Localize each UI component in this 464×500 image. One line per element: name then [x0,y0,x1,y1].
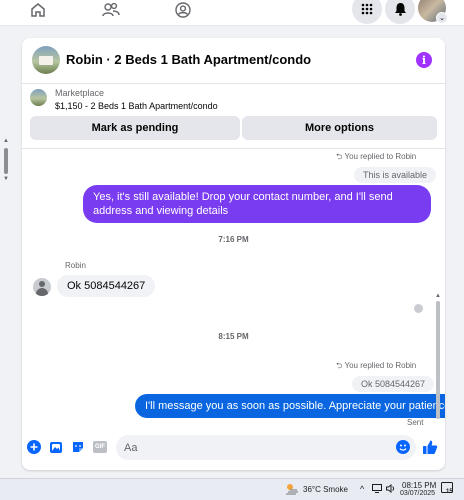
message-composer: GIF [22,430,445,470]
reply-arrow-icon: ⮌ [336,152,343,161]
listing-avatar[interactable] [32,46,60,74]
people-icon[interactable] [101,0,121,20]
incoming-message[interactable]: Ok 5084544267 [57,275,156,297]
reply-label: You replied to Robin [344,152,417,161]
more-options-button[interactable]: More options [242,116,437,140]
mark-as-pending-button[interactable]: Mark as pending [30,116,240,140]
seen-avatar [414,304,423,313]
scroll-up-arrow-icon[interactable]: ▲ [3,138,9,144]
photo-icon[interactable] [49,440,63,454]
volume-icon[interactable] [386,483,396,495]
weather-smoke-icon[interactable] [285,482,299,497]
marketplace-listing-card: Marketplace $1,150 - 2 Beds 1 Bath Apart… [22,84,445,148]
home-icon[interactable] [28,0,48,20]
reply-label: You replied to Robin [344,361,417,370]
chat-scrollbar[interactable] [436,301,440,419]
profile-circle-icon[interactable] [173,0,193,20]
reply-arrow-icon: ⮌ [336,361,343,370]
chevron-down-icon[interactable]: ⌄ [436,12,448,24]
listing-thumbnail[interactable] [30,89,47,106]
notifications-bell-icon[interactable] [385,0,415,24]
top-navigation-bar: ⌄ [0,0,464,26]
sender-avatar[interactable] [33,278,51,296]
info-icon[interactable]: i [416,52,432,68]
gif-icon[interactable]: GIF [93,441,107,453]
sender-name: Robin [65,261,86,270]
listing-description[interactable]: $1,150 - 2 Beds 1 Bath Apartment/condo [55,101,218,111]
chevron-up-icon[interactable]: ^ [360,484,364,494]
chat-title[interactable]: Robin · 2 Beds 1 Bath Apartment/condo [66,52,311,67]
plus-icon[interactable] [27,440,41,454]
quoted-message[interactable]: This is available [354,167,437,183]
network-icon[interactable] [372,484,382,495]
message-input[interactable] [116,435,416,460]
timestamp: 8:15 PM [218,332,249,341]
notification-count-badge: 15 [446,489,453,495]
listing-category: Marketplace [55,88,105,98]
apps-grid-icon[interactable] [352,0,382,24]
timestamp: 7:16 PM [218,235,249,244]
chat-header: Robin · 2 Beds 1 Bath Apartment/condo i [22,38,445,84]
reply-indicator: ⮌ You replied to Robin [336,360,416,374]
weather-text[interactable]: 36°C Smoke [303,485,348,494]
sticker-icon[interactable] [71,440,85,454]
os-taskbar: 36°C Smoke ^ 08:15 PM 03/07/2025 15 [0,478,464,500]
message-status: Sent [407,418,424,427]
outgoing-message[interactable]: Yes, it's still available! Drop your con… [83,185,431,223]
outgoing-message[interactable]: I'll message you as soon as possible. Ap… [135,394,445,418]
quoted-message[interactable]: Ok 5084544267 [352,376,435,392]
scroll-down-arrow-icon[interactable]: ▼ [3,176,9,182]
page-scrollbar[interactable] [4,148,8,174]
taskbar-date[interactable]: 03/07/2025 [400,490,435,497]
chat-panel: Robin · 2 Beds 1 Bath Apartment/condo i … [22,38,445,470]
message-thread: ⮌ You replied to Robin This is available… [22,148,445,430]
reply-indicator: ⮌ You replied to Robin [336,151,416,165]
emoji-icon[interactable] [396,440,410,454]
thumbs-up-icon[interactable] [422,439,438,455]
taskbar-clock[interactable]: 08:15 PM [402,481,436,490]
chat-scroll-up-icon[interactable]: ▲ [435,293,441,299]
